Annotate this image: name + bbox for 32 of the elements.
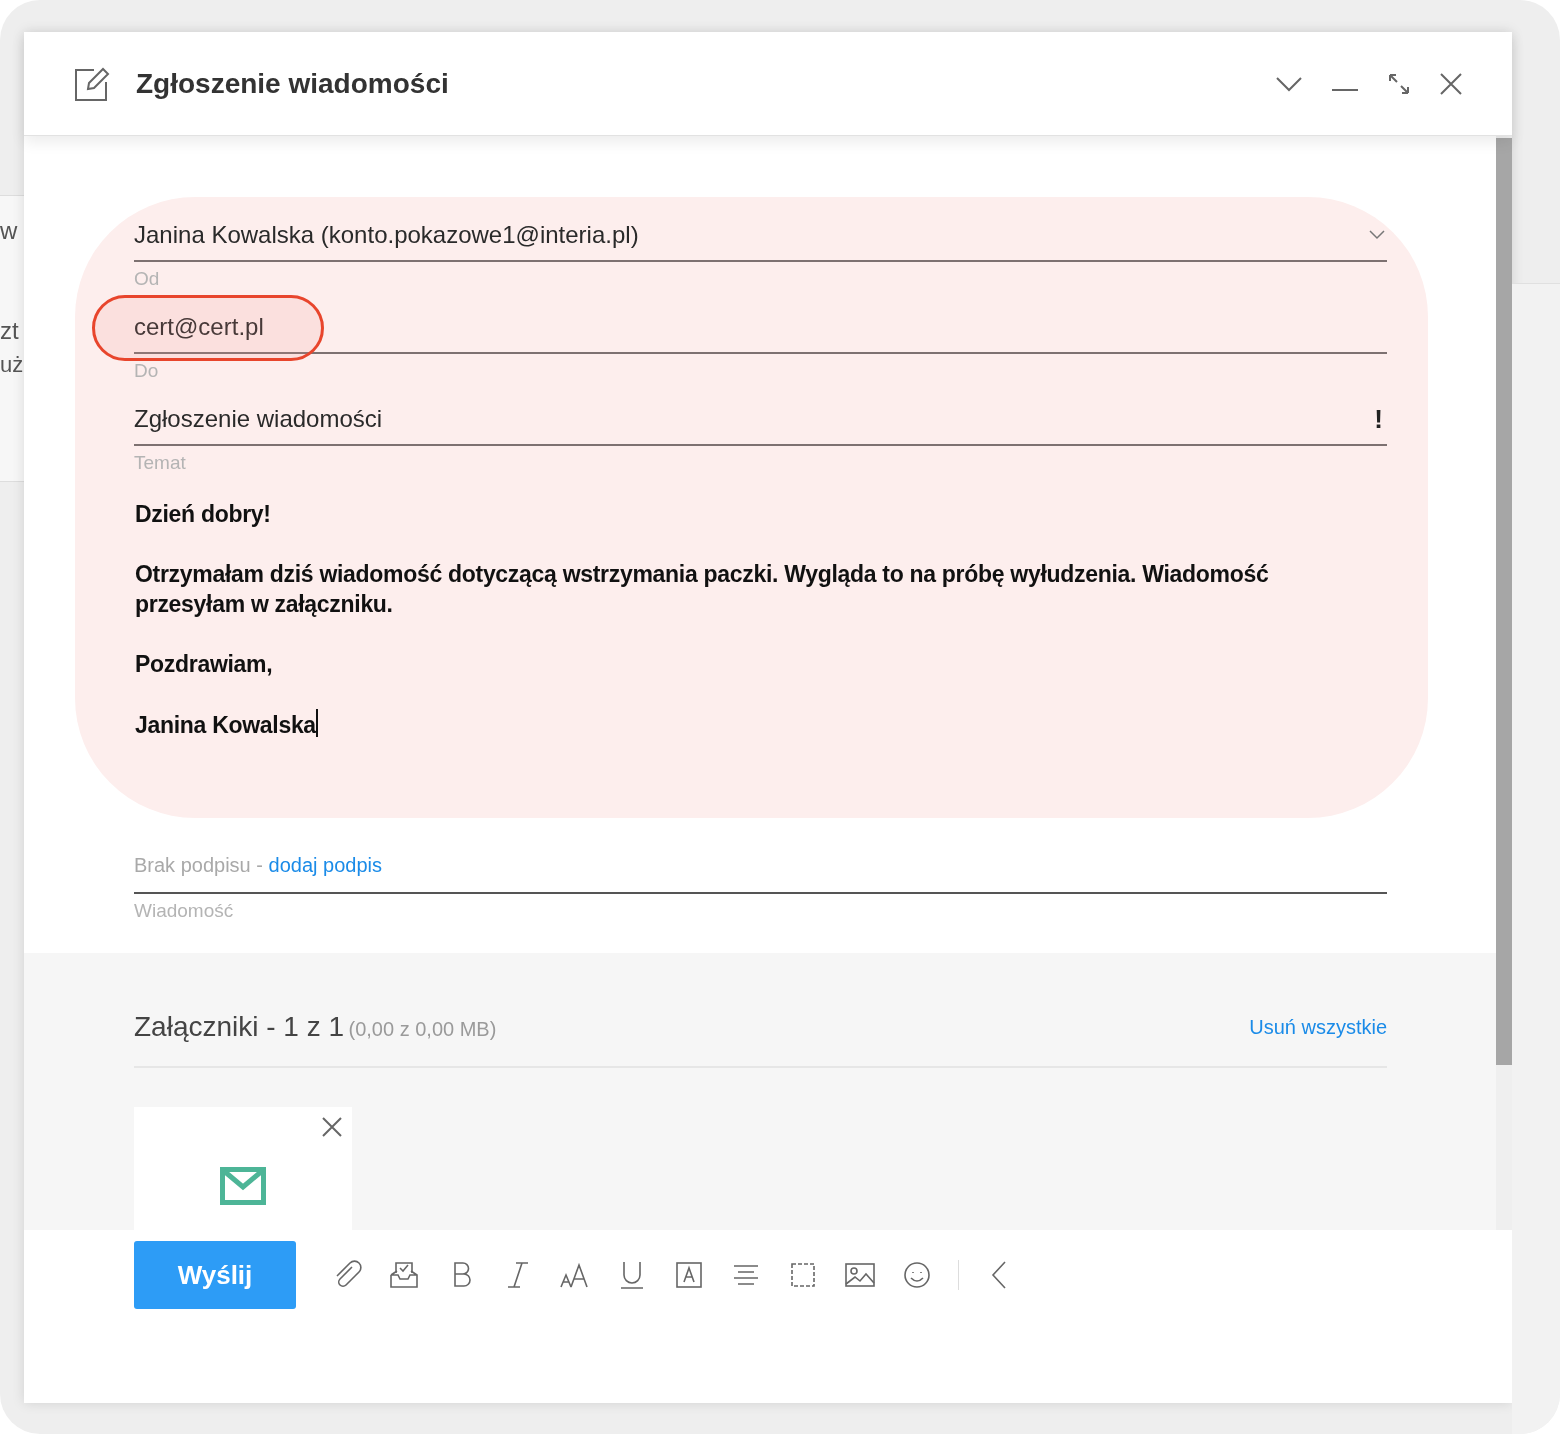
- close-icon[interactable]: [322, 1117, 342, 1137]
- smiley-icon[interactable]: [901, 1259, 933, 1291]
- message-paragraph: Pozdrawiam,: [134, 650, 274, 679]
- subject-field[interactable]: Zgłoszenie wiadomości !: [134, 399, 1387, 446]
- attachments-heading: Załączniki - 1 z 1(0,00 z 0,00 MB): [134, 1011, 497, 1043]
- expand-icon[interactable]: [1388, 72, 1410, 95]
- message-paragraph: Otrzymałam dziś wiadomość dotyczącą wstrzymania paczki. Wygląda to na próbę wyłudzenia. Wiadomość przesyłam w załączniku.: [134, 560, 1270, 619]
- field-label: Od: [134, 268, 160, 290]
- field-label: Wiadomość: [134, 900, 234, 922]
- message-editor[interactable]: Dzień dobry! Otrzymałam dziś wiadomość dotyczącą wstrzymania paczki. Wygląda to na próbę wyłudzenia. Wiadomość przesyłam w załączniku. Pozdrawiam, Janina Kowalska: [134, 491, 1387, 740]
- text-box-icon[interactable]: [673, 1259, 705, 1291]
- field-label: Temat: [134, 452, 186, 474]
- attachment-tile[interactable]: [134, 1107, 352, 1230]
- inbox-check-icon[interactable]: [388, 1259, 420, 1291]
- envelope-icon: [220, 1167, 266, 1205]
- message-paragraph: Dzień dobry!: [134, 500, 272, 529]
- recipient-field[interactable]: cert@cert.pl: [134, 307, 1387, 354]
- message-paragraph: Janina Kowalska: [134, 711, 316, 740]
- close-icon[interactable]: [1440, 72, 1462, 95]
- scrollbar-thumb[interactable]: [1496, 138, 1512, 1065]
- priority-toggle[interactable]: !: [1374, 403, 1383, 435]
- background-text: w: [0, 216, 19, 246]
- compose-icon: [74, 66, 110, 101]
- signature-note: Brak podpisu - dodaj podpis: [134, 854, 382, 876]
- sender-dropdown[interactable]: Janina Kowalska (konto.pokazowe1@interia.pl): [134, 215, 1387, 262]
- chevron-down-icon: [1369, 230, 1385, 240]
- add-signature-link[interactable]: dodaj podpis: [268, 854, 382, 876]
- field-label: Do: [134, 360, 159, 382]
- background-text: uż: [0, 351, 24, 379]
- window-title: Zgłoszenie wiadomości: [136, 67, 449, 100]
- chevron-down-icon[interactable]: [1276, 75, 1302, 92]
- background-text: zt: [0, 316, 20, 346]
